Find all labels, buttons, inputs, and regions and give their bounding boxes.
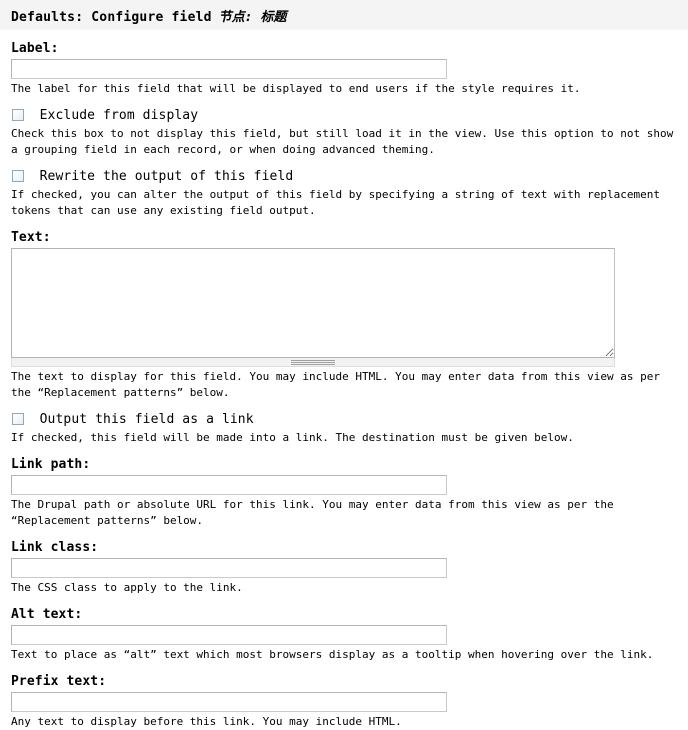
form-item-link-class: Link class: The CSS class to apply to th… [11, 540, 677, 596]
form-item-output-as-link: Output this field as a link If checked, … [11, 412, 677, 446]
link-path-description: The Drupal path or absolute URL for this… [11, 498, 614, 527]
alt-text-input[interactable] [11, 625, 447, 645]
form-item-prefix-text: Prefix text: Any text to display before … [11, 674, 677, 730]
textarea-resize-grippie[interactable] [11, 358, 615, 367]
link-path-input[interactable] [11, 475, 447, 495]
text-field-label: Text: [11, 230, 51, 245]
form-item-text: Text: The text to display for this field… [11, 230, 677, 401]
alt-text-field-label: Alt text: [11, 607, 83, 622]
text-textarea-wrapper [11, 248, 615, 367]
rewrite-output-row[interactable]: Rewrite the output of this field [11, 169, 677, 185]
prefix-text-description: Any text to display before this link. Yo… [11, 715, 402, 728]
rewrite-output-checkbox[interactable] [12, 170, 24, 182]
form-item-exclude-from-display: Exclude from display Check this box to n… [11, 108, 677, 158]
rewrite-output-description: If checked, you can alter the output of … [11, 188, 661, 217]
output-as-link-description: If checked, this field will be made into… [11, 431, 574, 444]
exclude-from-display-description: Check this box to not display this field… [11, 127, 674, 156]
form-item-label: Label: The label for this field that wil… [11, 41, 677, 97]
link-class-input[interactable] [11, 558, 447, 578]
label-input[interactable] [11, 59, 447, 79]
prefix-text-field-label: Prefix text: [11, 674, 107, 689]
link-class-field-label: Link class: [11, 540, 99, 555]
page-title: Defaults: Configure field [11, 10, 212, 25]
form-item-rewrite-output: Rewrite the output of this field If chec… [11, 169, 677, 219]
page-title-subject: 节点: 标题 [218, 10, 287, 25]
link-path-field-label: Link path: [11, 457, 91, 472]
exclude-from-display-row[interactable]: Exclude from display [11, 108, 677, 124]
prefix-text-input[interactable] [11, 692, 447, 712]
label-description: The label for this field that will be di… [11, 82, 581, 95]
output-as-link-label[interactable]: Output this field as a link [40, 412, 254, 428]
configure-field-form: Label: The label for this field that wil… [0, 41, 688, 730]
form-item-link-path: Link path: The Drupal path or absolute U… [11, 457, 677, 529]
exclude-from-display-checkbox[interactable] [12, 109, 24, 121]
alt-text-description: Text to place as “alt” text which most b… [11, 648, 654, 661]
form-item-alt-text: Alt text: Text to place as “alt” text wh… [11, 607, 677, 663]
exclude-from-display-label[interactable]: Exclude from display [40, 108, 199, 124]
rewrite-output-label[interactable]: Rewrite the output of this field [40, 169, 294, 185]
output-as-link-checkbox[interactable] [12, 413, 24, 425]
label-field-label: Label: [11, 41, 59, 56]
link-class-description: The CSS class to apply to the link. [11, 581, 243, 594]
text-textarea[interactable] [11, 248, 615, 358]
output-as-link-row[interactable]: Output this field as a link [11, 412, 677, 428]
dialog-header: Defaults: Configure field 节点: 标题 [0, 0, 688, 30]
text-description: The text to display for this field. You … [11, 370, 661, 399]
